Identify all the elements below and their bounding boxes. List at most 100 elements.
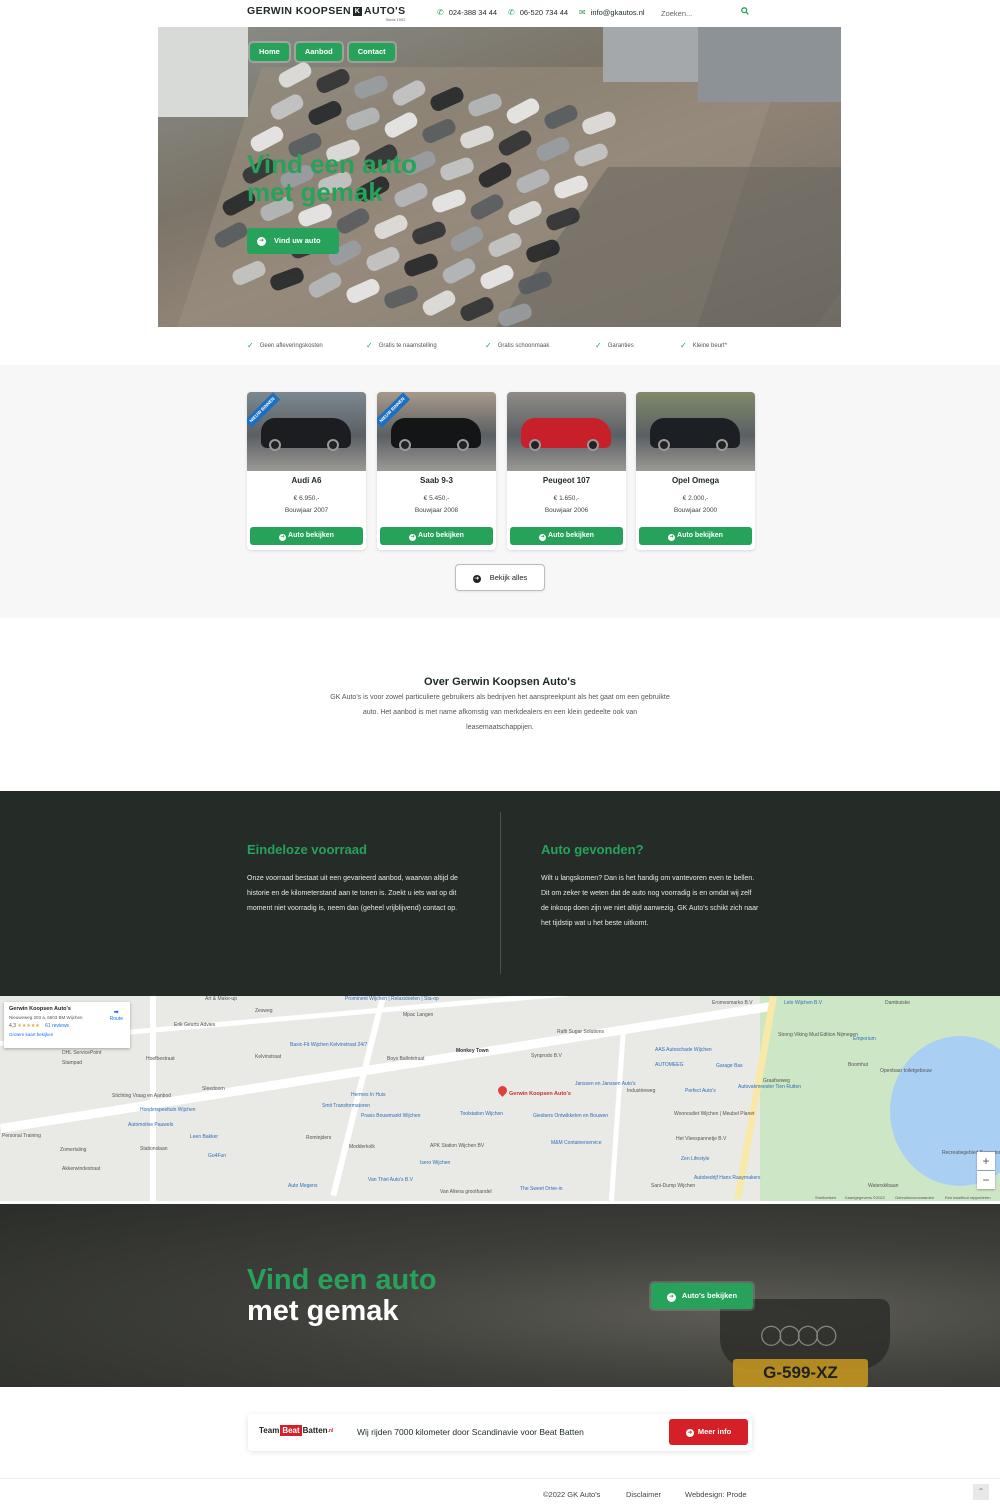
map-label[interactable]: Van Thiel Auto's B.V (368, 1177, 413, 1183)
map-label[interactable]: Lelo Wijchen B.V (784, 1000, 822, 1006)
car-wheel (457, 439, 469, 451)
find-car-label: Vind uw auto (274, 236, 321, 245)
car-card[interactable]: Opel Omega € 2.000,- Bouwjaar 2000 ➜ Auto… (636, 392, 755, 550)
logo-badge: K (353, 6, 363, 16)
route-button[interactable]: ⮕ Route (110, 1009, 123, 1022)
map-label[interactable]: AAS Autoschade Wijchen (655, 1047, 712, 1053)
map-label[interactable]: Janssen en Janssen Auto's (575, 1081, 635, 1087)
car-card[interactable]: NIEUW BINNEN Saab 9-3 € 5.450,- Bouwjaar… (377, 392, 496, 550)
car-price: € 1.650,- (553, 495, 580, 502)
more-info-label: Meer info (697, 1427, 732, 1436)
audi-rings-logo: ◯◯◯◯ (760, 1324, 838, 1346)
map-label[interactable]: Toolstation Wijchen (460, 1111, 503, 1117)
zoom-in-button[interactable]: + (977, 1152, 995, 1170)
webdesign-link[interactable]: Webdesign: Prode (685, 1490, 747, 1499)
logo-batten: Batten (302, 1426, 328, 1435)
hero-building-middle (603, 27, 713, 82)
car-photo[interactable] (507, 392, 626, 471)
map-attribution[interactable]: Sneltoetsen (815, 1195, 836, 1200)
map-label[interactable]: Monkey Town (456, 1048, 489, 1054)
search-input[interactable] (661, 6, 741, 20)
find-car-button[interactable]: ➜ Vind uw auto (247, 228, 339, 254)
arrow-circle-icon: ➜ (279, 534, 287, 541)
license-plate: G-599-XZ (733, 1359, 868, 1387)
logo-subtitle: Sinds 1992 (385, 17, 406, 22)
larger-map-link[interactable]: Grotere kaart bekijken (9, 1032, 125, 1037)
map-label: Dambuiske (885, 1000, 911, 1006)
phone-link[interactable]: ✆ 024-388 34 44 (437, 8, 497, 17)
car-photo[interactable]: NIEUW BINNEN (247, 392, 366, 471)
view-all-button[interactable]: ➜ Bekijk alles (455, 564, 545, 591)
car-year: Bouwjaar 2006 (544, 507, 589, 514)
map-label[interactable]: The Sweet Drive-in (520, 1186, 563, 1192)
map-attribution[interactable]: Gebruiksvoorwaarden (895, 1195, 934, 1200)
logo[interactable]: GERWIN KOOPSEN K AUTO'S Sinds 1992 (247, 5, 405, 22)
car-photo[interactable] (636, 392, 755, 471)
map-info-card: Gerwin Koopsen Auto's Nieuweweg 203 a, 6… (4, 1002, 130, 1048)
map-label[interactable]: Auto Megens (288, 1183, 317, 1189)
map-label[interactable]: Basic-Fit Wijchen Kelvinstraat 24/7 (290, 1042, 367, 1048)
mobile-link[interactable]: ✆ 06-520 734 44 (508, 8, 568, 17)
car-photo[interactable]: NIEUW BINNEN (377, 392, 496, 471)
map-label[interactable]: Go4Fun (208, 1153, 226, 1159)
map-label[interactable]: Honderspeeltuin Wijchen (140, 1107, 196, 1113)
usp-label: Gratis te naamstelling (378, 342, 437, 349)
map-label: Hoefbestraat (146, 1056, 175, 1062)
more-info-button[interactable]: ➜ Meer info (669, 1419, 748, 1445)
map-label[interactable]: Smit Transformatoren (322, 1103, 370, 1109)
top-bar: GERWIN KOOPSEN K AUTO'S Sinds 1992 ✆ 024… (0, 0, 1000, 27)
search-icon[interactable] (740, 6, 750, 20)
map-label[interactable]: Autovakmeester Tien Rutten (738, 1084, 801, 1090)
phone-icon: ✆ (437, 8, 444, 17)
car-price: € 5.450,- (423, 495, 450, 502)
view-car-button[interactable]: ➜ Auto bekijken (510, 527, 623, 545)
rating-value: 4,3 (9, 1023, 16, 1029)
reviews-link[interactable]: 61 reviews (45, 1023, 69, 1029)
view-car-button[interactable]: ➜ Auto bekijken (250, 527, 363, 545)
promo-bar: Team Beat Batten .nl Wij rijden 7000 kil… (248, 1414, 752, 1451)
scroll-to-top-button[interactable]: ⌃ (973, 1484, 989, 1500)
usp-label: Garanties (607, 342, 634, 349)
hero-building-right (698, 27, 841, 102)
map-label[interactable]: Isero Wijchen (420, 1160, 450, 1166)
map-card-rating: 4,3 ★★★★★ 61 reviews (9, 1023, 125, 1029)
car-wheel (658, 439, 670, 451)
map-label[interactable]: Praxis Bouwmarkt Wijchen (361, 1113, 420, 1119)
google-map[interactable]: Art & Make-up Prominent Wijchen | Relaxst… (0, 996, 1000, 1201)
map-label[interactable]: Hermes In Huis (351, 1092, 385, 1098)
map-label: Rafti Sugar Solutions (557, 1029, 604, 1035)
map-label: Van Altena groothandel (440, 1189, 492, 1195)
nav-home[interactable]: Home (250, 43, 289, 61)
map-label[interactable]: M&M Containerservice (551, 1140, 602, 1146)
map-label[interactable]: Garage Bas (716, 1063, 743, 1069)
map-label[interactable]: Leen Bakker (190, 1134, 218, 1140)
map-label: Modderkolk (349, 1144, 375, 1150)
map-label[interactable]: AUTOMEEG (655, 1062, 684, 1068)
email-link[interactable]: ✉ info@gkautos.nl (579, 8, 645, 17)
route-label: Route (109, 1016, 123, 1022)
usp-item: ✓ Garanties (595, 341, 634, 350)
view-cars-button[interactable]: ➜ Auto's bekijken (651, 1283, 753, 1309)
map-label[interactable]: Autobedrijf Hans Raaymakers (694, 1175, 760, 1181)
view-car-button[interactable]: ➜ Auto bekijken (639, 527, 752, 545)
car-card[interactable]: NIEUW BINNEN Audi A6 € 6.950,- Bouwjaar … (247, 392, 366, 550)
footer-divider (0, 1478, 1000, 1479)
map-label[interactable]: Prominent Wijchen | Relaxstoelen | Sta-o… (345, 996, 439, 1002)
nav-contact[interactable]: Contact (348, 43, 395, 61)
map-label[interactable]: Perfect Auto's (685, 1088, 716, 1094)
map-attribution[interactable]: Een kaartfout rapporteren (945, 1195, 991, 1200)
map-label: Zomertaling (60, 1147, 87, 1153)
map-label[interactable]: Zen Lifestyle (681, 1156, 709, 1162)
map-pin-icon[interactable] (496, 1084, 509, 1097)
map-label[interactable]: Emporium (853, 1036, 876, 1042)
disclaimer-link[interactable]: Disclaimer (626, 1490, 661, 1499)
map-label: DHL ServicePoint (62, 1050, 102, 1056)
usp-label: Gratis schoonmaak (497, 342, 550, 349)
map-label: Industrieweg (627, 1088, 656, 1094)
zoom-out-button[interactable]: − (977, 1171, 995, 1189)
car-card[interactable]: Peugeot 107 € 1.650,- Bouwjaar 2006 ➜ Aut… (507, 392, 626, 550)
map-label[interactable]: Automotive Pauwels (128, 1122, 173, 1128)
map-label[interactable]: Giesbers Ontwikkelen en Bouwen (533, 1113, 608, 1119)
nav-aanbod[interactable]: Aanbod (295, 43, 342, 61)
view-car-button[interactable]: ➜ Auto bekijken (380, 527, 493, 545)
